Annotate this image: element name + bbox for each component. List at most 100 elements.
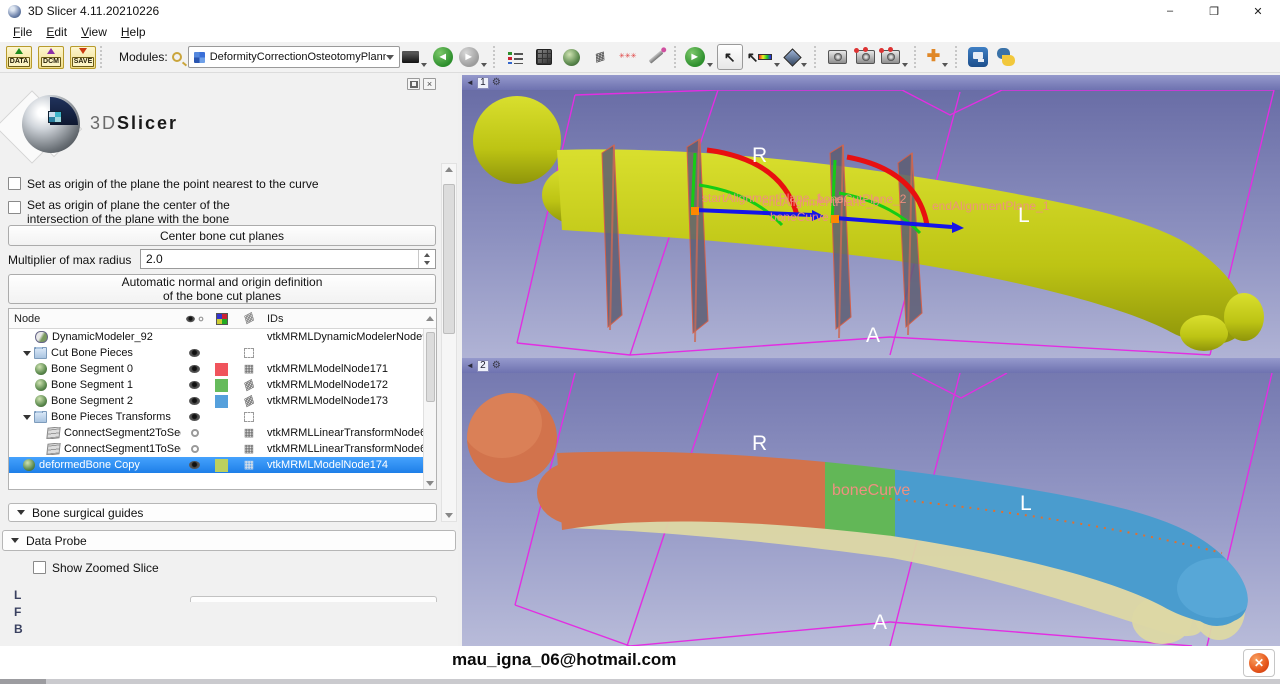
load-data-button[interactable]: DATA [6,46,32,69]
eye-open-icon[interactable] [189,349,200,357]
transform-cell[interactable]: ▦ [235,396,263,407]
place-markup-button[interactable]: ↖ [747,44,781,70]
python-console-button[interactable] [994,44,1018,70]
visibility-cell[interactable] [181,349,208,357]
multiplier-spinbox[interactable]: 2.0 [140,249,436,269]
show-zoomed-slice-checkbox[interactable] [33,561,46,574]
tree-scroll-down[interactable] [426,481,434,486]
column-visibility-icon[interactable] [181,315,208,323]
go-to-module-button[interactable]: ► [685,44,713,70]
tree-row[interactable]: ConnectSegment1ToSeg...▦vtkMRMLLinearTra… [9,441,436,457]
tree-row[interactable]: Cut Bone Pieces [9,345,436,361]
panel-scroll-up[interactable] [445,167,453,172]
restore-button[interactable]: ❐ [1192,0,1236,22]
spinbox-arrows[interactable] [418,250,435,268]
panel-float-button[interactable] [407,78,420,90]
color-cell[interactable] [208,363,235,376]
close-button[interactable]: ✕ [1236,0,1280,22]
markups-button[interactable]: ✳✳✳ [616,44,640,70]
tree-row[interactable]: Bone Segment 1▦vtkMRMLModelNode172 [9,377,436,393]
transform-cell[interactable] [235,348,263,358]
tree-row[interactable]: DynamicModeler_92vtkMRMLDynamicModelerNo… [9,329,436,345]
transform-cell[interactable] [235,412,263,422]
transform-cell[interactable]: ▦ [235,428,263,439]
save-button[interactable]: SAVE [70,46,96,69]
view1-number[interactable]: 1 [477,77,489,89]
panel-close-button[interactable]: × [423,78,436,90]
eye-hidden-icon[interactable] [191,445,199,453]
interaction-mode-button[interactable]: ↖ [717,44,743,70]
visibility-cell[interactable] [181,365,208,373]
tree-scrollbar[interactable] [423,329,436,489]
color-swatch[interactable] [215,363,228,376]
transform-cell[interactable]: ▦ [235,364,263,375]
column-ids[interactable]: IDs [263,313,423,325]
eye-open-icon[interactable] [189,365,200,373]
view2-settings-gear-icon[interactable]: ⚙ [492,361,501,371]
dicom-button[interactable]: DCM [38,46,64,69]
color-cell[interactable] [208,459,235,472]
history-forward-button[interactable]: ► [459,44,487,70]
transforms-button[interactable]: ▦ [588,44,612,70]
module-search-icon[interactable] [172,52,182,62]
visibility-cell[interactable] [181,397,208,405]
place-rotate-button[interactable] [784,44,808,70]
color-swatch[interactable] [215,395,228,408]
eye-open-icon[interactable] [189,461,200,469]
visibility-cell[interactable] [181,461,208,469]
tree-expander-icon[interactable] [23,415,31,420]
menu-view[interactable]: View [74,23,114,41]
history-back-button[interactable]: ◄ [431,44,455,70]
panel-scroll-down[interactable] [445,513,453,518]
module-selector-combobox[interactable]: DeformityCorrectionOsteotomyPlanner [188,46,400,68]
transform-cell[interactable]: ▦ [235,460,263,471]
spin-down-icon[interactable] [424,261,430,265]
pin-icon[interactable]: ◄ [466,79,474,87]
eye-open-icon[interactable] [189,397,200,405]
scene-views-button[interactable] [853,44,877,70]
column-color-icon[interactable] [208,313,235,325]
origin-nearest-checkbox[interactable] [8,177,21,190]
origin-center-checkbox[interactable] [8,201,21,214]
tree-row[interactable]: Bone Segment 0▦vtkMRMLModelNode171 [9,361,436,377]
minimize-button[interactable]: – [1148,0,1192,22]
scene-restore-button[interactable] [881,44,908,70]
threed-view-2[interactable]: boneCurve R L A [462,373,1280,646]
visibility-cell[interactable] [181,381,208,389]
column-transform-icon[interactable]: ▦ [235,313,263,324]
extensions-manager-button[interactable] [966,44,990,70]
volume-rendering-button[interactable] [532,44,556,70]
bone-surgical-guides-section[interactable]: Bone surgical guides [8,503,437,522]
threed-view-1[interactable]: startAlignmentPlane_1 endAlignmentPlane_… [462,90,1280,358]
panel-scrollbar[interactable] [441,163,457,522]
color-cell[interactable] [208,379,235,392]
eye-open-icon[interactable] [189,381,200,389]
menu-edit[interactable]: Edit [39,23,74,41]
crosshair-button[interactable]: ✚ [925,44,949,70]
center-bone-cut-planes-button[interactable]: Center bone cut planes [8,225,436,246]
menu-help[interactable]: Help [114,23,153,41]
eye-hidden-icon[interactable] [191,429,199,437]
annotations-button[interactable] [644,44,668,70]
visibility-cell[interactable] [181,445,208,453]
transform-cell[interactable]: ▦ [235,380,263,391]
spin-up-icon[interactable] [424,253,430,257]
color-swatch[interactable] [215,459,228,472]
data-probe-section[interactable]: Data Probe [2,530,456,551]
view1-settings-gear-icon[interactable]: ⚙ [492,78,501,88]
color-swatch[interactable] [215,379,228,392]
tree-scroll-up[interactable] [423,316,436,321]
screenshot-button[interactable] [402,44,427,70]
eye-open-icon[interactable] [189,413,200,421]
layout-selector-button[interactable] [504,44,528,70]
pin-icon[interactable]: ◄ [466,362,474,370]
tree-row[interactable]: Bone Segment 2▦vtkMRMLModelNode173 [9,393,436,409]
models-button[interactable] [560,44,584,70]
visibility-cell[interactable] [181,413,208,421]
view2-number[interactable]: 2 [477,360,489,372]
menu-file[interactable]: File [6,23,39,41]
column-node[interactable]: Node [9,313,181,325]
automatic-normal-button[interactable]: Automatic normal and origin definition o… [8,274,436,304]
transform-cell[interactable]: ▦ [235,444,263,455]
tree-row[interactable]: deformedBone Copy▦vtkMRMLModelNode174 [9,457,436,473]
